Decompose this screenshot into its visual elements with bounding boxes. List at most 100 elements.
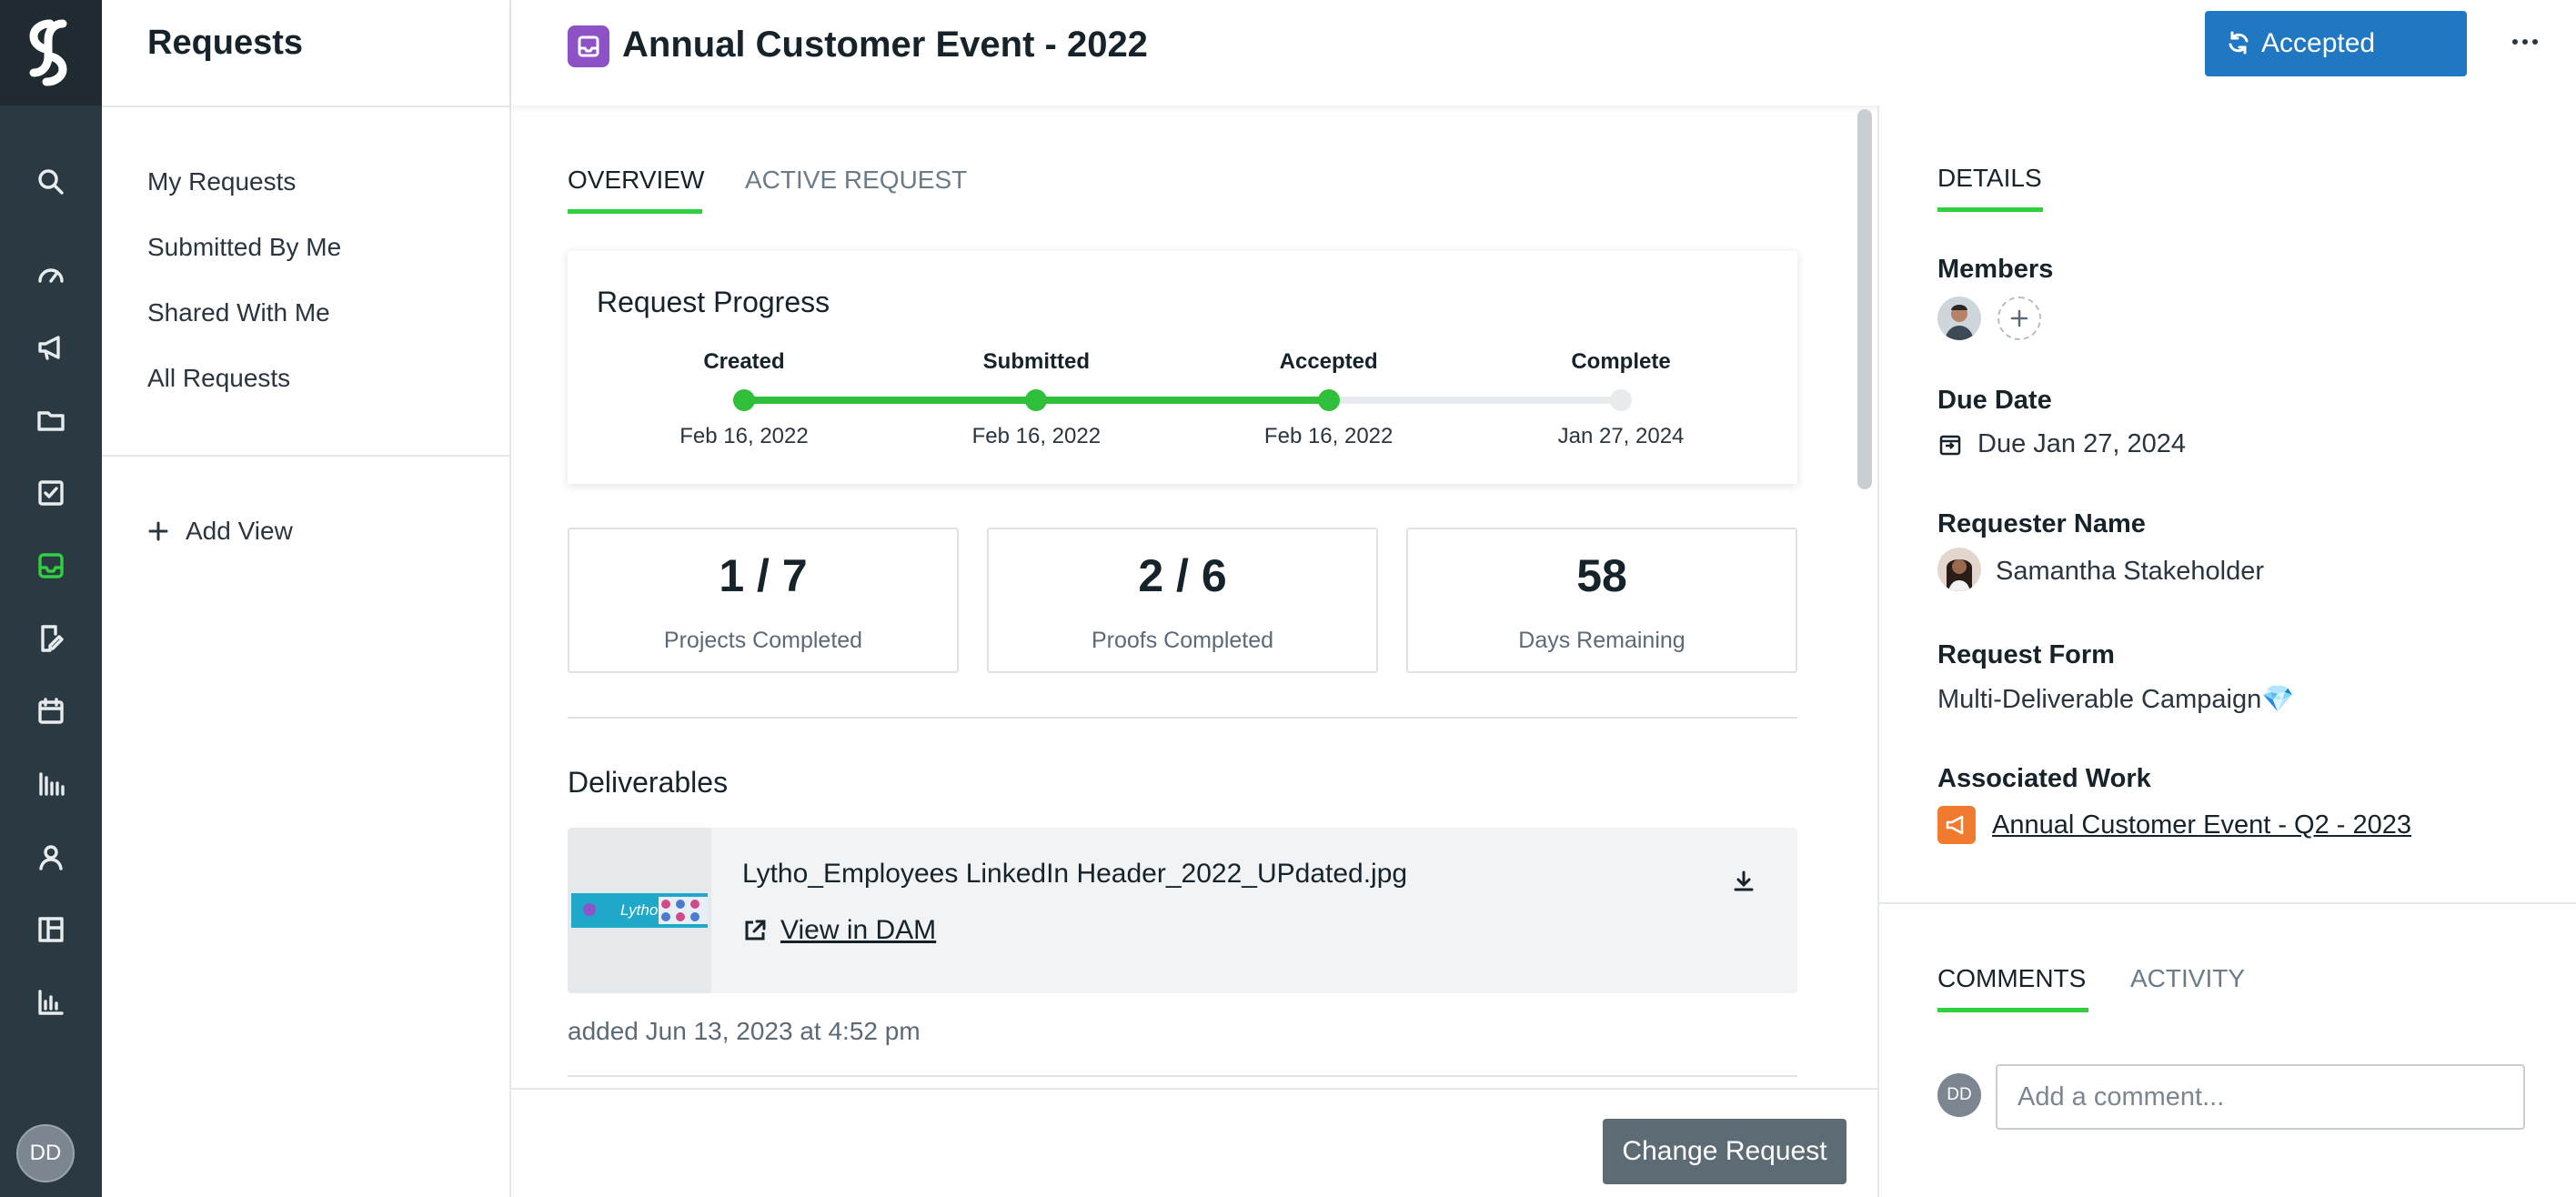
status-accepted-label: Accepted [2261, 28, 2376, 58]
stat-projects-completed: 1 / 7 Projects Completed [568, 528, 959, 673]
progress-step-label: Accepted [1279, 349, 1378, 374]
add-member-button[interactable] [1997, 297, 2041, 340]
nav-item-submitted-by-me[interactable]: Submitted By Me [147, 233, 341, 262]
comment-input[interactable] [1996, 1064, 2525, 1130]
tab-active-request[interactable]: ACTIVE REQUEST [745, 166, 967, 195]
tab-overview[interactable]: OVERVIEW [568, 166, 704, 195]
stat-label: Days Remaining [1518, 628, 1685, 653]
more-options-icon[interactable] [2498, 24, 2552, 60]
requester-name: Samantha Stakeholder [1996, 557, 2265, 586]
plus-icon [148, 521, 168, 541]
nav-item-my-requests[interactable]: My Requests [147, 167, 296, 196]
templates-icon[interactable] [24, 902, 78, 957]
reports-icon[interactable] [24, 975, 78, 1030]
progress-step-dot [733, 389, 755, 411]
app-logo[interactable] [0, 0, 102, 106]
file-thumbnail[interactable]: Lytho [568, 828, 711, 993]
thumb-logo-text: Lytho [620, 901, 658, 919]
nav-divider-top [102, 106, 511, 107]
deliverables-title: Deliverables [568, 766, 729, 799]
page-title: Annual Customer Event - 2022 [622, 25, 1148, 65]
add-view-label: Add View [186, 517, 293, 545]
request-progress-card: Request Progress Created Feb 16, 2022 Subm… [568, 251, 1797, 484]
external-link-icon [745, 920, 766, 940]
due-date-icon [1939, 435, 1961, 455]
commenter-avatar: DD [1937, 1073, 1981, 1117]
tab-details[interactable]: DETAILS [1937, 164, 2042, 193]
workload-icon[interactable] [24, 757, 78, 811]
user-avatar[interactable]: DD [16, 1124, 75, 1182]
stat-label: Proofs Completed [1091, 628, 1274, 653]
request-form-label: Request Form [1937, 640, 2115, 669]
progress-step-label: Submitted [982, 349, 1090, 374]
file-name: Lytho_Employees LinkedIn Header_2022_UPd… [742, 859, 1408, 889]
dashboard-icon[interactable] [24, 247, 78, 302]
proofs-icon[interactable] [24, 611, 78, 666]
campaign-icon[interactable] [24, 320, 78, 375]
progress-step-date: Feb 16, 2022 [1263, 424, 1394, 448]
tab-comments-underline [1937, 1008, 2088, 1012]
progress-step-date: Feb 16, 2022 [971, 424, 1102, 448]
calendar-icon[interactable] [24, 684, 78, 739]
main-content: OVERVIEW ACTIVE REQUEST Request Progress… [511, 107, 1879, 1090]
stat-value: 2 / 6 [1138, 550, 1227, 601]
app-rail: DD [0, 0, 102, 1197]
request-form-value: Multi-Deliverable Campaign💎 [1937, 685, 2295, 714]
nav-item-all-requests[interactable]: All Requests [147, 364, 290, 393]
add-view-button[interactable]: Add View [147, 517, 293, 546]
page-header: Annual Customer Event - 2022 Accepted [511, 0, 2576, 106]
due-date-value: Due Jan 27, 2024 [1937, 429, 2186, 459]
progress-step-label: Complete [1571, 349, 1671, 374]
refresh-icon [2229, 31, 2249, 55]
stat-value: 1 / 7 [719, 550, 808, 601]
members-label: Members [1937, 255, 2054, 284]
progress-step-dot [1610, 389, 1632, 411]
tab-details-underline [1937, 207, 2043, 212]
people-icon[interactable] [24, 830, 78, 884]
deliverable-file-card[interactable]: Lytho Lytho_Employees LinkedIn Header_20… [568, 828, 1797, 993]
progress-step-date: Feb 16, 2022 [679, 424, 809, 448]
logo-icon [29, 19, 67, 86]
campaign-icon [1937, 806, 1976, 844]
progress-step-date: Jan 27, 2024 [1557, 424, 1685, 448]
tab-activity[interactable]: ACTIVITY [2130, 964, 2245, 993]
tasks-icon[interactable] [24, 466, 78, 520]
requester-avatar [1937, 548, 1981, 591]
progress-step-dot [1025, 389, 1048, 411]
details-divider [1879, 902, 2576, 904]
requester-label: Requester Name [1937, 509, 2146, 538]
section-divider [568, 1075, 1797, 1077]
due-date-text: Due Jan 27, 2024 [1977, 429, 2186, 458]
details-panel: DETAILS Members Due Date Due Jan 27, 202… [1879, 106, 2576, 1197]
bottom-action-bar: Change Request [511, 1088, 1879, 1197]
associated-work-label: Associated Work [1937, 764, 2151, 793]
associated-work-title: Annual Customer Event - Q2 - 2023 [1992, 810, 2412, 840]
progress-title: Request Progress [597, 286, 830, 318]
progress-step-dot [1317, 389, 1340, 411]
associated-work-link[interactable]: Annual Customer Event - Q2 - 2023 [1937, 806, 2411, 844]
nav-item-shared-with-me[interactable]: Shared With Me [147, 298, 330, 327]
plus-icon [2010, 309, 2028, 327]
due-date-label: Due Date [1937, 386, 2052, 415]
member-avatar[interactable] [1937, 297, 1981, 340]
progress-step-label: Created [703, 349, 785, 374]
download-icon[interactable] [1730, 868, 1757, 895]
requests-nav: Requests My Requests Submitted By Me Sha… [102, 0, 511, 1197]
deliverable-added-date: added Jun 13, 2023 at 4:52 pm [568, 1017, 921, 1045]
stat-label: Projects Completed [663, 628, 863, 653]
stat-proofs-completed: 2 / 6 Proofs Completed [987, 528, 1378, 673]
tab-comments[interactable]: COMMENTS [1937, 964, 2086, 993]
view-in-dam-label: View in DAM [780, 915, 937, 945]
nav-title: Requests [147, 24, 304, 62]
change-request-button[interactable]: Change Request [1603, 1119, 1846, 1184]
request-type-icon [568, 25, 609, 67]
status-accepted-button[interactable]: Accepted [2205, 11, 2467, 76]
view-in-dam-link[interactable]: View in DAM [742, 915, 936, 946]
search-icon[interactable] [24, 155, 78, 209]
folder-icon[interactable] [24, 393, 78, 448]
requests-icon[interactable] [24, 538, 78, 593]
tab-overview-underline [568, 209, 702, 214]
stat-value: 58 [1576, 550, 1627, 601]
main-scrollbar[interactable] [1857, 109, 1872, 489]
stat-days-remaining: 58 Days Remaining [1406, 528, 1797, 673]
